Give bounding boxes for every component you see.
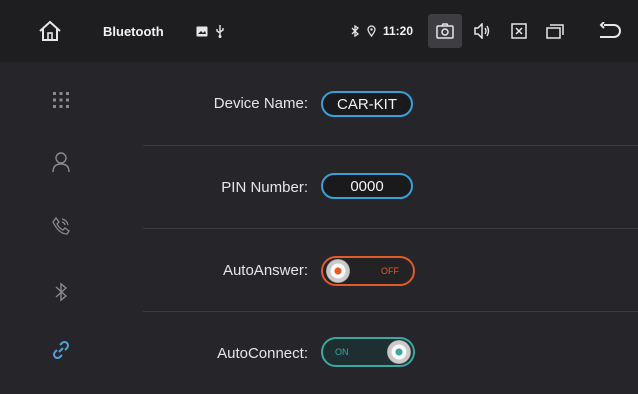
auto-connect-toggle[interactable]: ON <box>321 337 415 367</box>
camera-icon <box>436 23 454 39</box>
auto-connect-label: AutoConnect: <box>217 344 308 362</box>
bluetooth-icon <box>55 282 67 302</box>
device-name-field[interactable]: CAR-KIT <box>321 91 413 117</box>
call-log-icon <box>52 216 70 235</box>
device-name-row: Device Name: CAR-KIT <box>143 62 638 144</box>
bluetooth-status-icon <box>349 0 361 62</box>
auto-connect-state: ON <box>335 347 349 357</box>
contacts-icon <box>52 152 70 173</box>
volume-icon[interactable] <box>473 0 493 62</box>
auto-answer-label: AutoAnswer: <box>222 261 308 279</box>
auto-answer-toggle[interactable]: OFF <box>321 256 415 286</box>
back-icon[interactable] <box>596 0 624 62</box>
usb-icon <box>213 0 227 62</box>
windows-icon[interactable] <box>545 0 565 62</box>
clock-time: 11:20 <box>383 24 414 38</box>
pin-number-row: PIN Number: 0000 <box>143 146 638 228</box>
dialpad-icon <box>53 92 69 108</box>
sidebar <box>0 62 125 381</box>
link-icon <box>52 340 70 360</box>
auto-answer-row: AutoAnswer: OFF <box>143 229 638 311</box>
screen-title: Bluetooth <box>103 23 164 39</box>
home-icon[interactable] <box>32 0 68 62</box>
pin-number-label: PIN Number: <box>221 178 308 196</box>
pin-number-field[interactable]: 0000 <box>321 173 413 199</box>
toggle-knob <box>326 259 350 283</box>
toggle-knob <box>387 340 411 364</box>
image-icon <box>195 0 209 62</box>
sidebar-item-bluetooth[interactable] <box>36 272 86 312</box>
auto-answer-state: OFF <box>381 266 399 276</box>
device-name-label: Device Name: <box>213 94 308 112</box>
sidebar-item-link[interactable] <box>36 330 86 370</box>
screenshot-button[interactable] <box>428 14 462 48</box>
sidebar-item-contacts[interactable] <box>36 142 86 182</box>
status-bar: Bluetooth 11:20 <box>0 0 638 62</box>
sidebar-item-call-log[interactable] <box>36 206 86 246</box>
sidebar-item-dialpad[interactable] <box>36 80 86 120</box>
location-icon <box>365 0 377 62</box>
close-box-icon[interactable] <box>509 0 529 62</box>
auto-connect-row: AutoConnect: ON <box>143 312 638 394</box>
